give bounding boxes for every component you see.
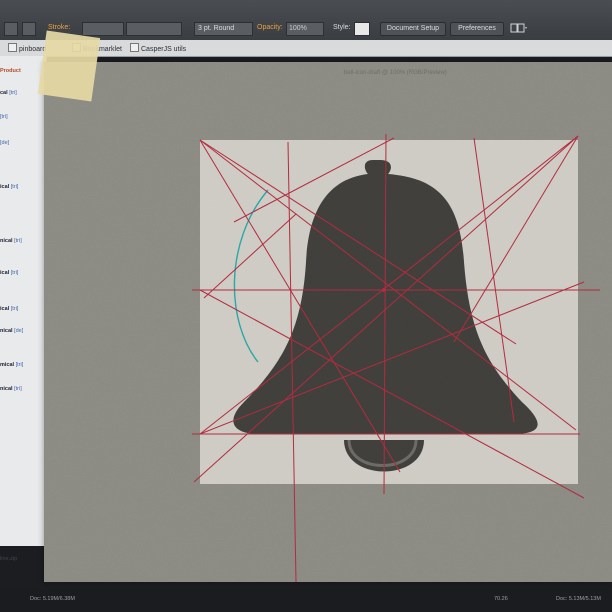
list-item-tag: [tri] [9, 90, 17, 96]
list-item[interactable]: nical [de] [0, 328, 46, 334]
list-item[interactable]: nical [tri] [0, 238, 46, 244]
document-setup-button[interactable]: Document Setup [380, 22, 446, 36]
bookmark-item[interactable]: CasperJS utils [130, 43, 186, 53]
list-item-label: nical [0, 328, 13, 334]
folder-icon [130, 43, 139, 52]
style-label: Style: [333, 24, 351, 31]
list-item-tag: [tri] [0, 114, 8, 120]
brush-definition-dropdown[interactable]: 3 pt. Round [194, 22, 253, 36]
list-item[interactable]: ical [tri] [0, 306, 46, 312]
stroke-color-swatch[interactable] [22, 22, 36, 36]
list-item[interactable]: nical [tri] [0, 386, 46, 392]
tracing-paper-overlay: bell-icon-draft @ 100% (RGB/Preview) [44, 62, 612, 583]
opacity-field[interactable]: 100% [286, 22, 324, 36]
list-item[interactable]: [tri] [0, 114, 46, 120]
list-item-label: ical [0, 270, 10, 276]
list-item-tag: [tri] [14, 386, 22, 392]
list-item-tag: [tri] [15, 362, 24, 368]
paper-texture [44, 62, 612, 582]
bell-sketch-drawing: bell-icon-draft @ 100% (RGB/Preview) [44, 62, 612, 583]
bookmark-icon [8, 43, 17, 52]
list-item[interactable]: ical [tri] [0, 184, 46, 190]
list-item-tag: [tri] [14, 238, 22, 244]
doc-size-left: Doc: 5.19M/6.38M [30, 596, 75, 602]
panel-header: Product [0, 68, 21, 74]
list-item[interactable]: ical [tri] [0, 270, 46, 276]
list-item-label: cal [0, 90, 8, 96]
stroke-weight-field[interactable] [82, 22, 124, 36]
list-item[interactable]: mical [tri] [0, 362, 46, 368]
bookmark-item[interactable]: pinboard [8, 43, 46, 53]
options-toolbar: Stroke: 3 pt. Round Opacity: 100% Style:… [0, 0, 612, 41]
status-bar: Doc: 5.19M/6.38M 70.26 Doc: 5.13M/5.13M [0, 588, 612, 612]
style-swatch[interactable] [354, 22, 370, 36]
zoom-readout[interactable]: 70.26 [494, 596, 508, 602]
list-item-tag: [tri] [10, 270, 19, 276]
list-item-tag: [de] [0, 140, 10, 146]
list-item-tag: [tri] [10, 184, 19, 190]
list-item-label: nical [0, 386, 13, 392]
preferences-button[interactable]: Preferences [450, 22, 504, 36]
list-item-label: mical [0, 362, 15, 368]
list-item[interactable]: [de] [0, 140, 46, 146]
fill-color-swatch[interactable] [4, 22, 18, 36]
list-item-label: ical [0, 184, 10, 190]
doc-size-right: Doc: 5.13M/5.13M [556, 596, 601, 602]
masking-tape [37, 30, 101, 102]
opacity-label[interactable]: Opacity: [257, 22, 283, 34]
download-file-label[interactable]: line.zip [0, 556, 46, 562]
list-item-tag: [tri] [10, 306, 19, 312]
variable-width-dropdown[interactable] [126, 22, 182, 36]
background-browser-panel: Product cal [tri] [tri] [de] ical [tri] ni… [0, 56, 47, 562]
list-item-label: ical [0, 306, 10, 312]
arrange-documents-icon[interactable] [510, 22, 528, 34]
list-item-tag: [de] [14, 328, 24, 334]
list-item-label: nical [0, 238, 13, 244]
